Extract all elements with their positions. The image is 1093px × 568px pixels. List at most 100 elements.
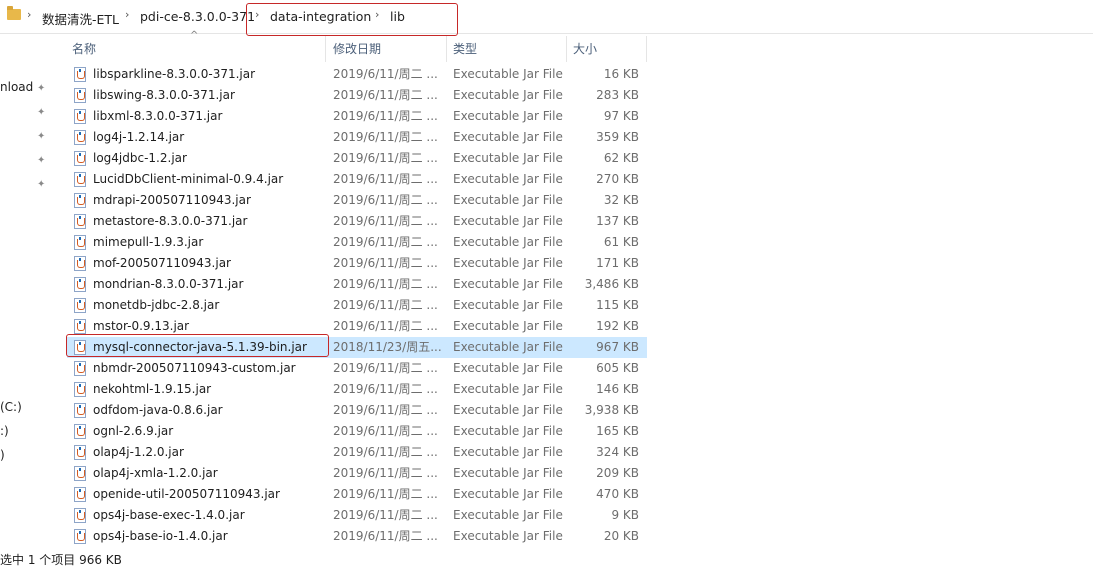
nav-item-drive[interactable]: ) — [0, 448, 5, 462]
file-date: 2019/6/11/周二 ... — [333, 403, 438, 417]
jar-file-icon — [74, 319, 86, 334]
file-date: 2019/6/11/周二 ... — [333, 382, 438, 396]
file-date: 2019/6/11/周二 ... — [333, 487, 438, 501]
file-size: 165 KB — [596, 424, 639, 438]
file-date: 2019/6/11/周二 ... — [333, 529, 438, 543]
jar-file-icon — [74, 88, 86, 103]
jar-file-icon — [74, 529, 86, 544]
nav-item-drive-c[interactable]: (C:) — [0, 400, 22, 414]
file-row[interactable]: mdrapi-200507110943.jar 2019/6/11/周二 ... E… — [67, 190, 647, 211]
file-type: Executable Jar File — [453, 277, 563, 291]
file-row[interactable]: libsparkline-8.3.0.0-371.jar 2019/6/11/周二… — [67, 64, 647, 85]
file-type: Executable Jar File — [453, 88, 563, 102]
file-row[interactable]: mondrian-8.3.0.0-371.jar 2019/6/11/周二 ...… — [67, 274, 647, 295]
breadcrumb-item-etl[interactable]: 数据清洗-ETL — [42, 9, 119, 28]
jar-file-icon — [74, 403, 86, 418]
file-row[interactable]: nekohtml-1.9.15.jar 2019/6/11/周二 ... Execu… — [67, 379, 647, 400]
file-row[interactable]: LucidDbClient-minimal-0.9.4.jar 2019/6/11… — [67, 169, 647, 190]
file-size: 62 KB — [603, 151, 639, 165]
file-size: 192 KB — [596, 319, 639, 333]
pin-icon[interactable]: ✦ — [37, 84, 47, 94]
file-date: 2019/6/11/周二 ... — [333, 193, 438, 207]
file-name: ops4j-base-io-1.4.0.jar — [93, 529, 228, 543]
column-header-date[interactable]: 修改日期 — [327, 36, 447, 62]
file-date: 2019/6/11/周二 ... — [333, 151, 438, 165]
file-size: 20 KB — [603, 529, 639, 543]
jar-file-icon — [74, 277, 86, 292]
address-bar[interactable]: › 数据清洗-ETL › pdi-ce-8.3.0.0-371 › data-i… — [0, 0, 1093, 34]
file-size: 16 KB — [603, 67, 639, 81]
pin-icon[interactable]: ✦ — [37, 108, 47, 118]
file-name: ognl-2.6.9.jar — [93, 424, 174, 438]
file-date: 2019/6/11/周二 ... — [333, 361, 438, 375]
file-row[interactable]: mimepull-1.9.3.jar 2019/6/11/周二 ... Execut… — [67, 232, 647, 253]
file-row[interactable]: libswing-8.3.0.0-371.jar 2019/6/11/周二 ...… — [67, 85, 647, 106]
file-row[interactable]: log4j-1.2.14.jar 2019/6/11/周二 ... Executab… — [67, 127, 647, 148]
file-date: 2019/6/11/周二 ... — [333, 424, 438, 438]
file-name: ops4j-base-exec-1.4.0.jar — [93, 508, 245, 522]
file-date: 2019/6/11/周二 ... — [333, 172, 438, 186]
jar-file-icon — [74, 109, 86, 124]
column-header-name[interactable]: 名称 — [66, 36, 326, 62]
file-type: Executable Jar File — [453, 340, 563, 354]
file-type: Executable Jar File — [453, 424, 563, 438]
status-text: 选中 1 个项目 966 KB — [0, 553, 122, 567]
jar-file-icon — [74, 382, 86, 397]
jar-file-icon — [74, 193, 86, 208]
file-size: 9 KB — [611, 508, 639, 522]
file-row[interactable]: log4jdbc-1.2.jar 2019/6/11/周二 ... Executab… — [67, 148, 647, 169]
file-size: 97 KB — [603, 109, 639, 123]
file-row[interactable]: mof-200507110943.jar 2019/6/11/周二 ... Exec… — [67, 253, 647, 274]
file-date: 2019/6/11/周二 ... — [333, 256, 438, 270]
file-date: 2019/6/11/周二 ... — [333, 277, 438, 291]
file-size: 146 KB — [596, 382, 639, 396]
file-row[interactable]: ognl-2.6.9.jar 2019/6/11/周二 ... Executable… — [67, 421, 647, 442]
file-type: Executable Jar File — [453, 487, 563, 501]
file-name: log4jdbc-1.2.jar — [93, 151, 187, 165]
jar-file-icon — [74, 298, 86, 313]
folder-icon — [7, 6, 21, 20]
file-date: 2019/6/11/周二 ... — [333, 67, 438, 81]
file-name: mof-200507110943.jar — [93, 256, 231, 270]
file-row[interactable]: olap4j-xmla-1.2.0.jar 2019/6/11/周二 ... Exe… — [67, 463, 647, 484]
file-row[interactable]: metastore-8.3.0.0-371.jar 2019/6/11/周二 ..… — [67, 211, 647, 232]
file-size: 209 KB — [596, 466, 639, 480]
nav-item-download[interactable]: nload — [0, 80, 33, 94]
file-name: mondrian-8.3.0.0-371.jar — [93, 277, 244, 291]
file-name: LucidDbClient-minimal-0.9.4.jar — [93, 172, 284, 186]
file-row[interactable]: monetdb-jdbc-2.8.jar 2019/6/11/周二 ... Exec… — [67, 295, 647, 316]
file-size: 3,938 KB — [584, 403, 639, 417]
file-row[interactable]: openide-util-200507110943.jar 2019/6/11/周… — [67, 484, 647, 505]
chevron-right-icon[interactable]: › — [27, 8, 31, 21]
file-row[interactable]: ops4j-base-io-1.4.0.jar 2019/6/11/周二 ... E… — [67, 526, 647, 547]
breadcrumb-item-pdi[interactable]: pdi-ce-8.3.0.0-371 — [140, 9, 255, 24]
pin-icon[interactable]: ✦ — [37, 132, 47, 142]
file-type: Executable Jar File — [453, 529, 563, 543]
column-header-type[interactable]: 类型 — [447, 36, 567, 62]
navigation-pane: nload ✦ ✦ ✦ ✦ ✦ (C:) :) ) — [0, 34, 60, 562]
file-name: olap4j-xmla-1.2.0.jar — [93, 466, 218, 480]
file-size: 605 KB — [596, 361, 639, 375]
file-type: Executable Jar File — [453, 151, 563, 165]
pin-icon[interactable]: ✦ — [37, 180, 47, 190]
file-row[interactable]: olap4j-1.2.0.jar 2019/6/11/周二 ... Executab… — [67, 442, 647, 463]
column-header-size[interactable]: 大小 — [567, 36, 647, 62]
file-size: 61 KB — [603, 235, 639, 249]
file-row[interactable]: odfdom-java-0.8.6.jar 2019/6/11/周二 ... Exe… — [67, 400, 647, 421]
file-name: olap4j-1.2.0.jar — [93, 445, 184, 459]
file-row[interactable]: nbmdr-200507110943-custom.jar 2019/6/11/周… — [67, 358, 647, 379]
nav-item-drive[interactable]: :) — [0, 424, 9, 438]
annotation-box — [246, 3, 458, 36]
jar-file-icon — [74, 67, 86, 82]
file-name: odfdom-java-0.8.6.jar — [93, 403, 223, 417]
jar-file-icon — [74, 445, 86, 460]
file-row[interactable]: libxml-8.3.0.0-371.jar 2019/6/11/周二 ... Ex… — [67, 106, 647, 127]
file-date: 2018/11/23/周五... — [333, 340, 442, 354]
jar-file-icon — [74, 361, 86, 376]
file-name: libxml-8.3.0.0-371.jar — [93, 109, 223, 123]
file-date: 2019/6/11/周二 ... — [333, 508, 438, 522]
file-row[interactable]: ops4j-base-exec-1.4.0.jar 2019/6/11/周二 ..… — [67, 505, 647, 526]
chevron-right-icon[interactable]: › — [125, 8, 129, 21]
pin-icon[interactable]: ✦ — [37, 156, 47, 166]
file-name: monetdb-jdbc-2.8.jar — [93, 298, 220, 312]
